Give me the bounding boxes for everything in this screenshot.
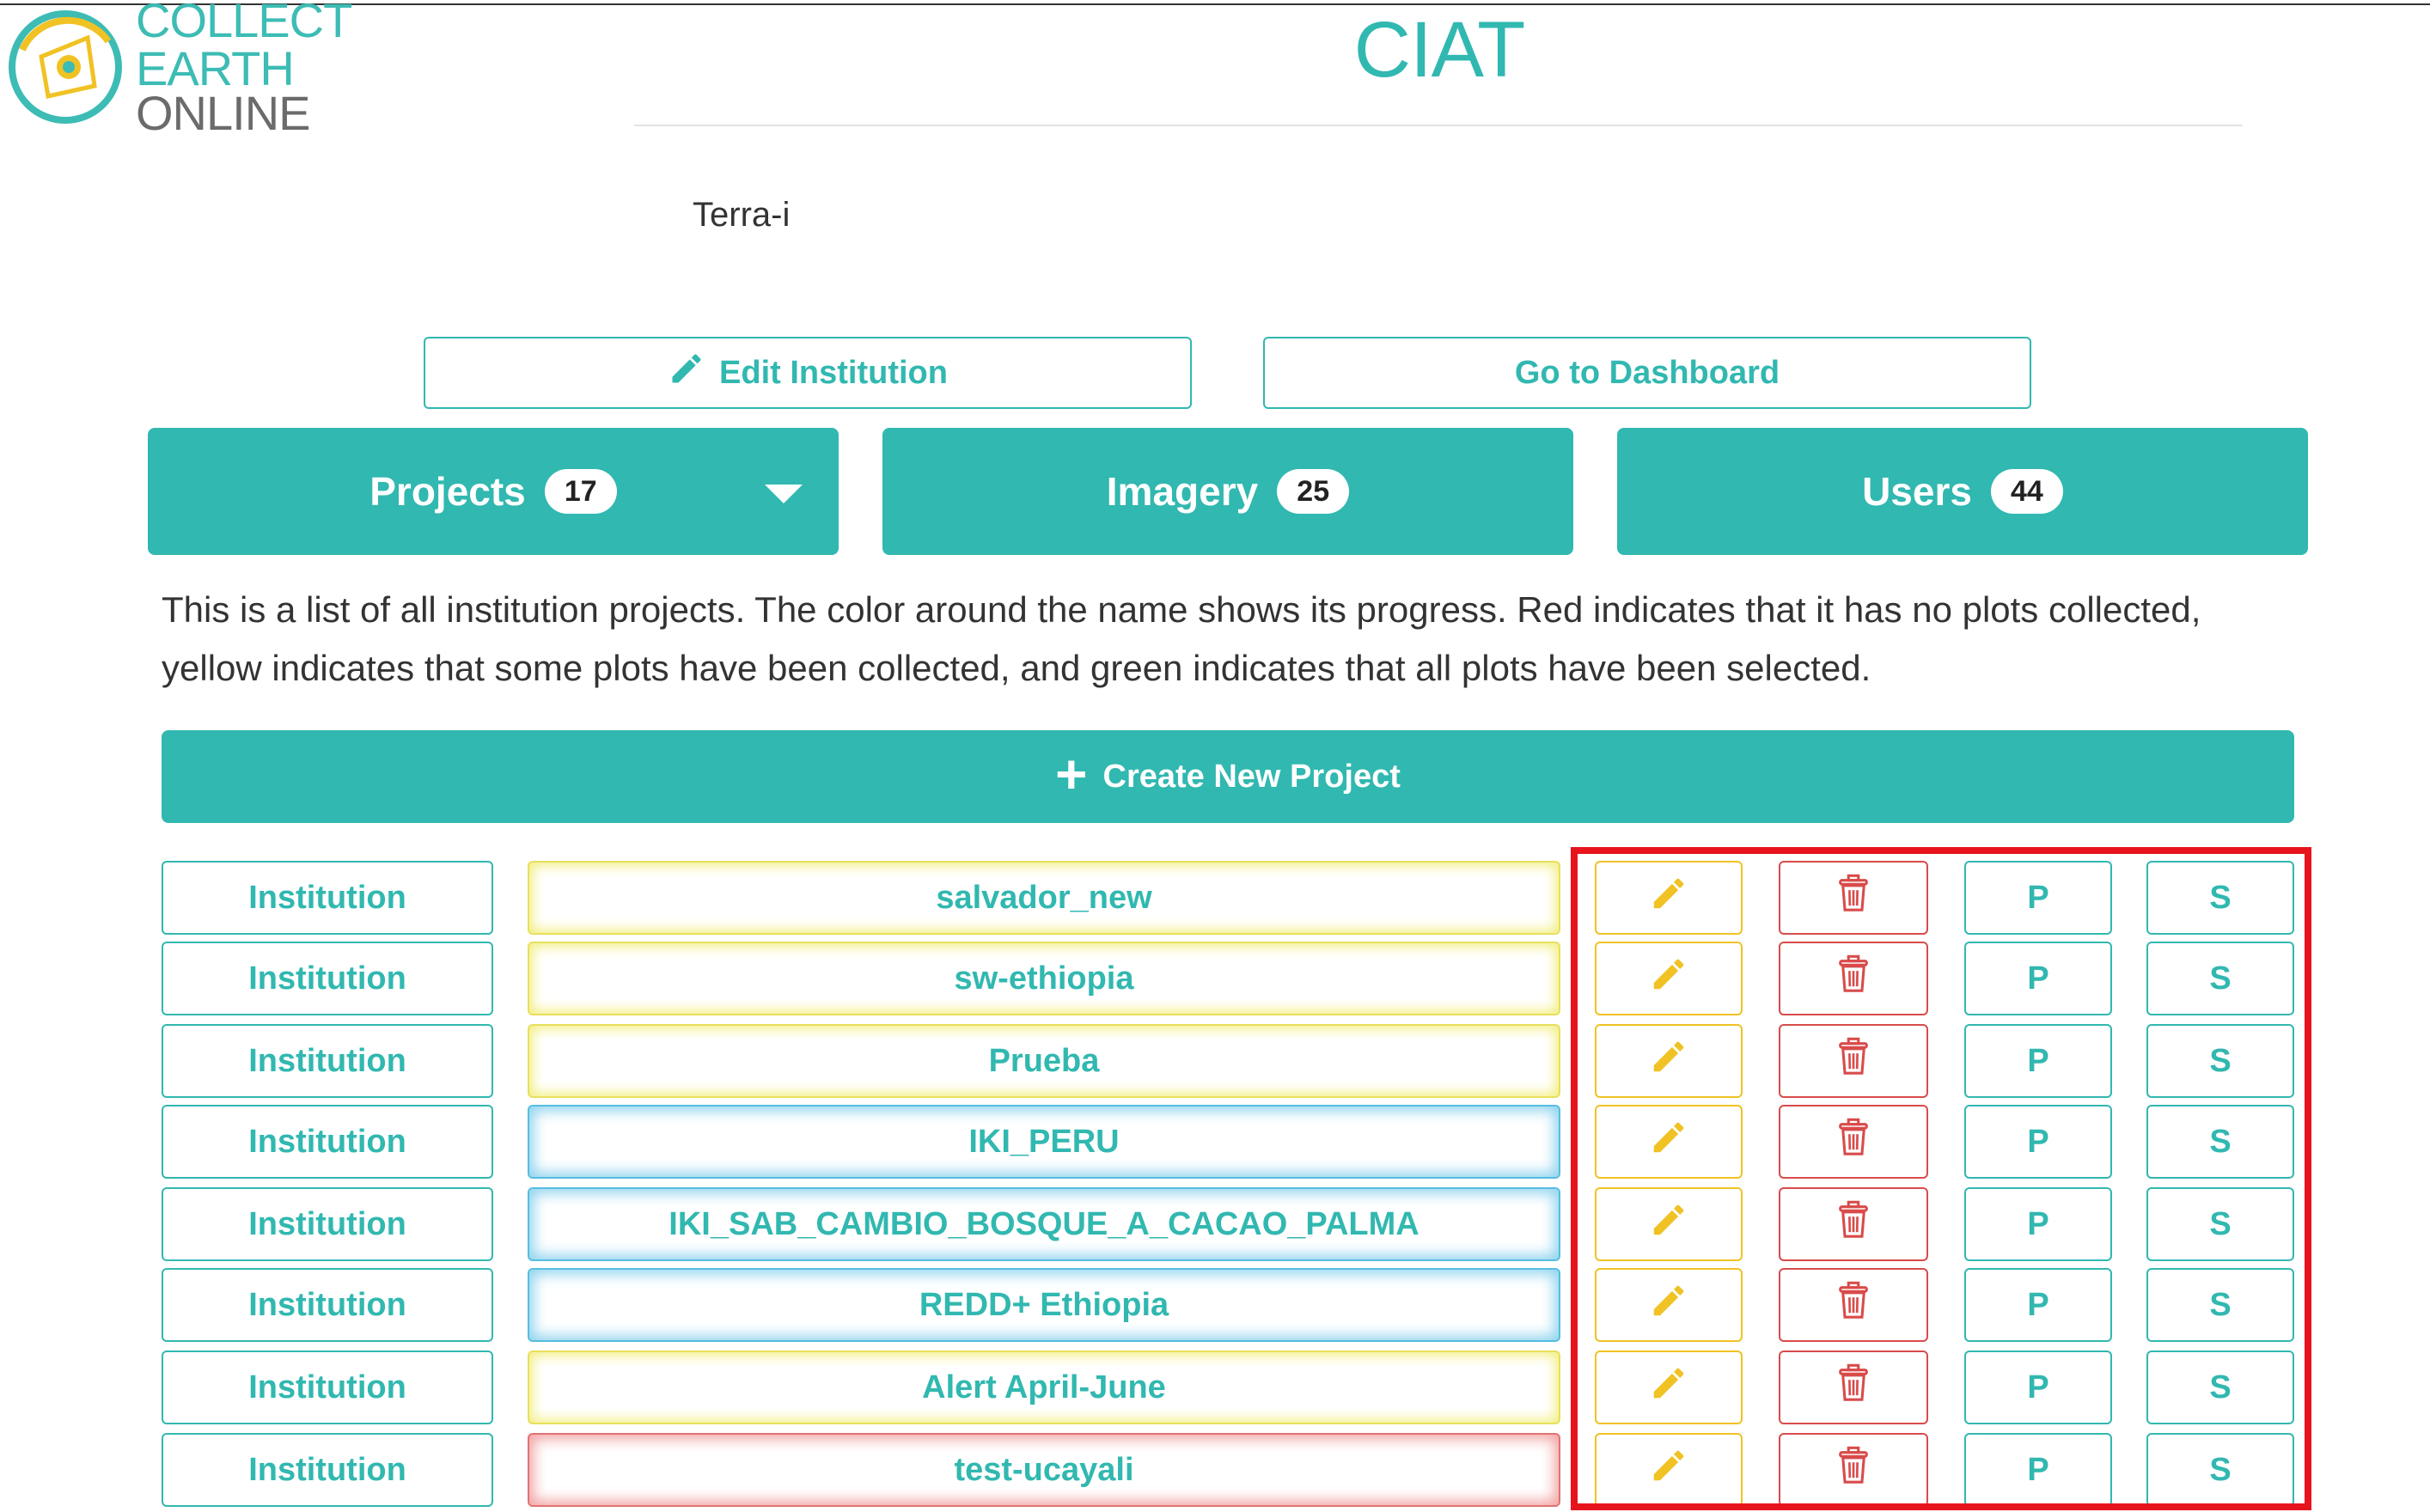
create-new-project-button[interactable]: + Create New Project xyxy=(162,730,2294,823)
logo-line-1: COLLECT EARTH xyxy=(136,0,351,95)
edit-project-button[interactable] xyxy=(1595,1268,1743,1342)
tab-users[interactable]: Users 44 xyxy=(1617,428,2308,555)
trash-icon xyxy=(1836,1446,1871,1494)
project-s-button[interactable]: S xyxy=(2146,1187,2294,1261)
users-count-badge: 44 xyxy=(1990,469,2063,514)
pencil-icon xyxy=(668,350,705,396)
project-name-button[interactable]: salvador_new xyxy=(528,861,1560,935)
project-s-button[interactable]: S xyxy=(2146,942,2294,1015)
project-name-button[interactable]: REDD+ Ethiopia xyxy=(528,1268,1560,1342)
delete-project-button[interactable] xyxy=(1779,1433,1928,1507)
institution-button[interactable]: Institution xyxy=(162,942,493,1015)
institution-button[interactable]: Institution xyxy=(162,1268,493,1342)
project-name-button[interactable]: test-ucayali xyxy=(528,1433,1560,1507)
delete-project-button[interactable] xyxy=(1779,1024,1928,1098)
tab-imagery[interactable]: Imagery 25 xyxy=(882,428,1573,555)
project-name-button[interactable]: Alert April-June xyxy=(528,1350,1560,1424)
delete-project-button[interactable] xyxy=(1779,942,1928,1015)
project-row: Institution Alert April-June P S xyxy=(0,1350,2430,1424)
trash-icon xyxy=(1836,1281,1871,1329)
delete-project-button[interactable] xyxy=(1779,1268,1928,1342)
pencil-icon xyxy=(1649,1118,1688,1166)
trash-icon xyxy=(1836,1200,1871,1248)
trash-icon xyxy=(1836,954,1871,1003)
globe-logo-icon xyxy=(5,7,125,127)
institution-button[interactable]: Institution xyxy=(162,1024,493,1098)
project-s-button[interactable]: S xyxy=(2146,1105,2294,1179)
institution-button[interactable]: Institution xyxy=(162,861,493,935)
go-to-dashboard-button[interactable]: Go to Dashboard xyxy=(1263,337,2031,409)
project-s-button[interactable]: S xyxy=(2146,1350,2294,1424)
project-name-button[interactable]: IKI_SAB_CAMBIO_BOSQUE_A_CACAO_PALMA xyxy=(528,1187,1560,1261)
project-s-button[interactable]: S xyxy=(2146,1268,2294,1342)
edit-project-button[interactable] xyxy=(1595,1024,1743,1098)
edit-project-button[interactable] xyxy=(1595,1187,1743,1261)
project-p-button[interactable]: P xyxy=(1964,942,2112,1015)
trash-icon xyxy=(1836,1037,1871,1085)
delete-project-button[interactable] xyxy=(1779,861,1928,935)
project-row: Institution IKI_PERU P S xyxy=(0,1105,2430,1179)
project-name-button[interactable]: sw-ethiopia xyxy=(528,942,1560,1015)
institution-button[interactable]: Institution xyxy=(162,1350,493,1424)
edit-project-button[interactable] xyxy=(1595,1105,1743,1179)
project-p-button[interactable]: P xyxy=(1964,1187,2112,1261)
tab-projects-label: Projects xyxy=(369,469,526,514)
pencil-icon xyxy=(1649,954,1688,1003)
create-new-project-label: Create New Project xyxy=(1102,758,1401,795)
project-s-button[interactable]: S xyxy=(2146,1433,2294,1507)
pencil-icon xyxy=(1649,1446,1688,1494)
trash-icon xyxy=(1836,874,1871,922)
institution-title: CIAT xyxy=(1353,6,1526,94)
institution-description: Terra-i xyxy=(693,196,791,234)
pencil-icon xyxy=(1649,1200,1688,1248)
delete-project-button[interactable] xyxy=(1779,1350,1928,1424)
project-p-button[interactable]: P xyxy=(1964,1433,2112,1507)
project-row: Institution test-ucayali P S xyxy=(0,1433,2430,1507)
project-p-button[interactable]: P xyxy=(1964,861,2112,935)
project-p-button[interactable]: P xyxy=(1964,1268,2112,1342)
tab-imagery-label: Imagery xyxy=(1106,469,1259,514)
edit-institution-label: Edit Institution xyxy=(719,354,948,391)
project-row: Institution sw-ethiopia P S xyxy=(0,942,2430,1015)
plus-icon: + xyxy=(1055,743,1088,805)
imagery-count-badge: 25 xyxy=(1277,469,1350,514)
institution-button[interactable]: Institution xyxy=(162,1187,493,1261)
trash-icon xyxy=(1836,1118,1871,1166)
edit-institution-button[interactable]: Edit Institution xyxy=(424,337,1192,409)
collect-earth-logo[interactable]: COLLECT EARTH ONLINE xyxy=(5,0,486,137)
project-row: Institution Prueba P S xyxy=(0,1024,2430,1098)
edit-project-button[interactable] xyxy=(1595,861,1743,935)
projects-help-text: This is a list of all institution projec… xyxy=(162,589,2201,688)
project-s-button[interactable]: S xyxy=(2146,861,2294,935)
institution-button[interactable]: Institution xyxy=(162,1433,493,1507)
edit-project-button[interactable] xyxy=(1595,1433,1743,1507)
pencil-icon xyxy=(1649,1363,1688,1411)
project-name-button[interactable]: Prueba xyxy=(528,1024,1560,1098)
project-p-button[interactable]: P xyxy=(1964,1024,2112,1098)
project-p-button[interactable]: P xyxy=(1964,1350,2112,1424)
trash-icon xyxy=(1836,1363,1871,1411)
project-p-button[interactable]: P xyxy=(1964,1105,2112,1179)
tab-users-label: Users xyxy=(1862,469,1972,514)
institution-button[interactable]: Institution xyxy=(162,1105,493,1179)
projects-count-badge: 17 xyxy=(544,469,617,514)
pencil-icon xyxy=(1649,1281,1688,1329)
project-name-button[interactable]: IKI_PERU xyxy=(528,1105,1560,1179)
caret-down-icon xyxy=(765,485,803,503)
title-divider xyxy=(634,125,2243,126)
project-row: Institution salvador_new P S xyxy=(0,861,2430,935)
edit-project-button[interactable] xyxy=(1595,942,1743,1015)
pencil-icon xyxy=(1649,874,1688,922)
project-s-button[interactable]: S xyxy=(2146,1024,2294,1098)
delete-project-button[interactable] xyxy=(1779,1187,1928,1261)
go-to-dashboard-label: Go to Dashboard xyxy=(1514,354,1780,391)
project-row: Institution REDD+ Ethiopia P S xyxy=(0,1268,2430,1342)
pencil-icon xyxy=(1649,1037,1688,1085)
project-row: Institution IKI_SAB_CAMBIO_BOSQUE_A_CACAO… xyxy=(0,1187,2430,1261)
logo-wordmark: COLLECT EARTH ONLINE xyxy=(136,0,486,137)
tab-projects[interactable]: Projects 17 xyxy=(148,428,839,555)
delete-project-button[interactable] xyxy=(1779,1105,1928,1179)
logo-line-2: ONLINE xyxy=(136,86,311,140)
edit-project-button[interactable] xyxy=(1595,1350,1743,1424)
